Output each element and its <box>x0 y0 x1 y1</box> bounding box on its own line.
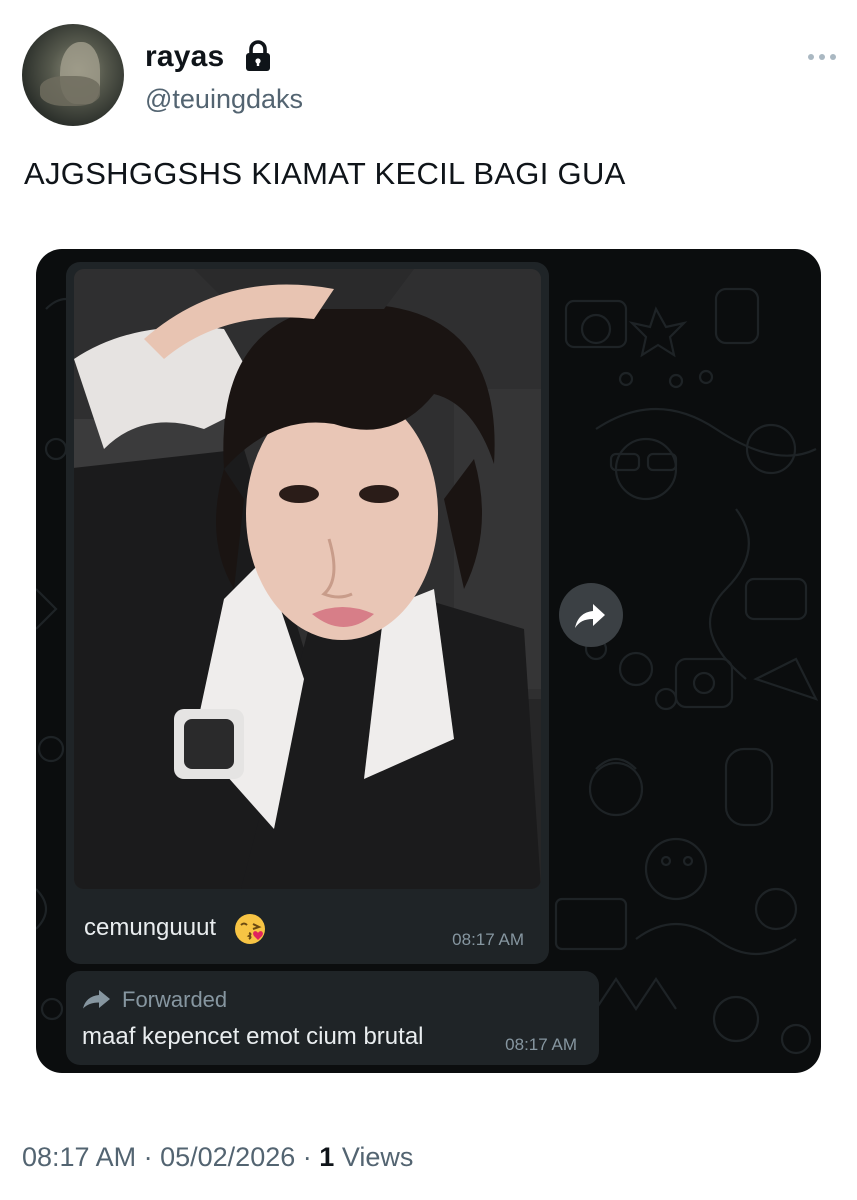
share-arrow-icon <box>575 604 605 628</box>
avatar-figure <box>40 76 100 106</box>
separator: · <box>143 1142 153 1172</box>
selfie-photo-drawing <box>74 269 541 889</box>
lock-icon <box>246 40 270 71</box>
forwarded-label: Forwarded <box>122 987 228 1012</box>
message-caption: cemunguuut <box>84 914 217 941</box>
display-name[interactable]: rayas <box>145 40 224 74</box>
avatar[interactable] <box>22 24 124 126</box>
separator: · <box>302 1142 312 1172</box>
face-blowing-kiss-icon <box>235 914 265 944</box>
forwarded-message-bubble[interactable]: Forwarded maaf kepencet emot cium brutal… <box>66 971 599 1065</box>
selfie-photo[interactable] <box>74 269 541 889</box>
tweet-media-image[interactable]: cemunguuut 08:17 AM Forwarded maaf kepen… <box>36 249 821 1073</box>
tweet-metadata: 08:17 AM · 05/02/2026 · 1 Views <box>22 1142 413 1173</box>
tweet-text: AJGSHGGSHS KIAMAT KECIL BAGI GUA <box>24 156 626 191</box>
post-time[interactable]: 08:17 AM <box>22 1142 136 1172</box>
chat-message-bubble[interactable]: cemunguuut 08:17 AM <box>66 262 549 964</box>
post-date[interactable]: 05/02/2026 <box>160 1142 295 1172</box>
views-label[interactable]: Views <box>342 1142 414 1172</box>
forwarded-arrow-icon <box>83 990 110 1009</box>
message-text: maaf kepencet emot cium brutal <box>82 1023 424 1050</box>
user-handle[interactable]: @teuingdaks <box>145 84 303 115</box>
message-timestamp: 08:17 AM <box>505 1035 577 1054</box>
forward-button[interactable] <box>559 583 623 647</box>
views-count[interactable]: 1 <box>319 1142 334 1172</box>
message-timestamp: 08:17 AM <box>452 930 524 949</box>
more-options-icon[interactable] <box>806 50 838 64</box>
